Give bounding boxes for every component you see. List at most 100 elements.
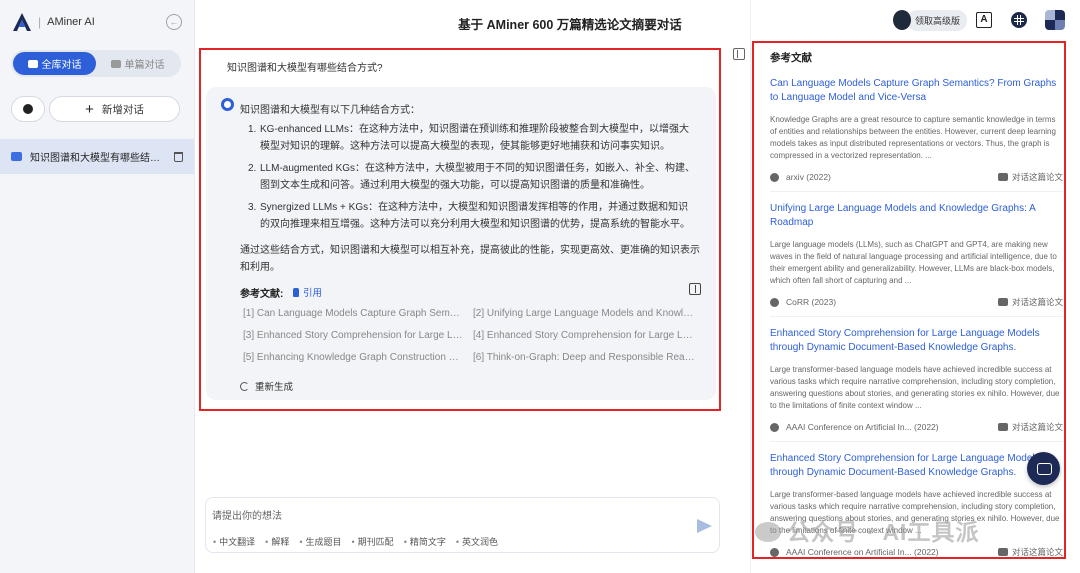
globe-icon — [770, 422, 779, 432]
watermark-text: 公众号 · AI工具派 — [787, 519, 980, 545]
quick-action-explain[interactable]: 解释 — [265, 535, 289, 548]
quick-action-journal[interactable]: 期刊匹配 — [352, 535, 394, 548]
chat-bubble-icon — [997, 423, 1008, 431]
answer-point-number: 2. — [248, 163, 257, 174]
chat-with-paper-button[interactable]: 对话这篇论文 — [997, 296, 1063, 308]
history-item-title: 知识图谱和大模型有哪些结合方式？ — [30, 153, 168, 164]
expand-references-icon[interactable] — [689, 283, 701, 295]
paper-abstract: Large transformer-based language models … — [770, 365, 1060, 410]
globe-icon — [770, 297, 779, 307]
paper-source: AAAI Conference on Artificial In... (202… — [786, 547, 939, 557]
quick-action-translate[interactable]: 中文翻译 — [213, 535, 255, 548]
paper-title[interactable]: Unifying Large Language Models and Knowl… — [770, 202, 1063, 230]
mode-single-paper-button[interactable]: 单篇对话 — [96, 52, 179, 75]
paper-source: arxiv (2022) — [786, 172, 831, 182]
paper-title[interactable]: Can Language Models Capture Graph Semant… — [770, 77, 1063, 105]
answer-point-text: LLM-augmented KGs：在这种方法中，大模型被用于不同的知识图谱任务… — [260, 163, 696, 191]
globe-icon — [770, 172, 779, 182]
paper-card: Can Language Models Capture Graph Semant… — [770, 77, 1063, 183]
mascot-icon — [893, 10, 911, 30]
paper-divider — [770, 316, 1063, 317]
refresh-icon — [240, 381, 249, 391]
upgrade-label: 领取高级版 — [907, 9, 968, 31]
paper-source: CoRR (2023) — [786, 297, 837, 307]
reference-link-5[interactable]: [5] Enhancing Knowledge Graph Constructi… — [243, 352, 465, 363]
answer-point-text: Synergized LLMs + KGs：在这种方法中，大模型和知识图谱发挥相… — [260, 202, 690, 230]
answer-point-number: 1. — [248, 124, 257, 135]
plus-icon: + — [85, 100, 94, 118]
new-chat-button[interactable]: + 新增对话 — [49, 96, 180, 122]
reference-link-6[interactable]: [6] Think-on-Graph: Deep and Responsible… — [473, 352, 695, 363]
chat-with-paper-label: 对话这篇论文 — [1011, 422, 1063, 432]
new-chat-label: 新增对话 — [101, 103, 144, 116]
mode-switch: 全库对话 单篇对话 — [11, 50, 181, 77]
paper-meta: CoRR (2023) 对话这篇论文 — [770, 296, 1063, 308]
search-icon — [23, 104, 33, 114]
quick-action-condense[interactable]: 精简文字 — [404, 535, 446, 548]
cite-label: 引用 — [303, 288, 323, 299]
trash-icon[interactable] — [174, 151, 183, 162]
assistant-avatar-icon — [221, 98, 234, 111]
quick-action-polish[interactable]: 英文润色 — [456, 535, 498, 548]
chat-bubble-icon — [997, 548, 1008, 556]
app-name: AMiner AI — [47, 16, 95, 28]
paper-card: Enhanced Story Comprehension for Large L… — [770, 327, 1063, 433]
reference-link-2[interactable]: [2] Unifying Large Language Models and K… — [473, 308, 695, 319]
reference-panel-title: 参考文献 — [770, 52, 812, 64]
floating-chat-icon[interactable] — [1027, 452, 1060, 485]
document-icon — [110, 59, 121, 68]
answer-point: 3. Synergized LLMs + KGs：在这种方法中，大模型和知识图谱… — [248, 200, 698, 233]
toggle-reference-panel-icon[interactable] — [733, 48, 745, 60]
library-icon — [27, 59, 38, 68]
quick-action-title[interactable]: 生成题目 — [299, 535, 342, 548]
watermark: 公众号 · AI工具派 — [755, 513, 979, 547]
answer-point: 1. KG-enhanced LLMs：在这种方法中，知识图谱在预训练和推理阶段… — [248, 122, 698, 155]
upgrade-button[interactable]: 领取高级版 — [893, 9, 968, 31]
globe-icon — [770, 547, 779, 557]
reference-link-1[interactable]: [1] Can Language Models Capture Graph Se… — [243, 308, 465, 319]
chat-with-paper-button[interactable]: 对话这篇论文 — [997, 421, 1063, 433]
collapse-sidebar-icon[interactable]: ← — [166, 14, 182, 30]
mode-label: 单篇对话 — [124, 60, 165, 71]
aminer-logo-icon — [13, 13, 31, 31]
chat-with-paper-button[interactable]: 对话这篇论文 — [997, 546, 1063, 558]
chat-input[interactable] — [212, 508, 682, 524]
paper-source: AAAI Conference on Artificial In... (202… — [786, 422, 939, 432]
reference-link-3[interactable]: [3] Enhanced Story Comprehension for Lar… — [243, 330, 465, 341]
user-question: 知识图谱和大模型有哪些结合方式? — [227, 63, 383, 74]
language-globe-icon[interactable] — [1011, 12, 1027, 28]
mode-label: 全库对话 — [41, 60, 82, 71]
answer-point-number: 3. — [248, 202, 257, 213]
paper-title[interactable]: Enhanced Story Comprehension for Large L… — [770, 452, 1063, 480]
answer-intro: 知识图谱和大模型有以下几种结合方式： — [240, 105, 420, 116]
search-history-button[interactable] — [11, 96, 45, 122]
history-item[interactable]: 知识图谱和大模型有哪些结合方式？ — [0, 139, 194, 174]
paper-abstract: Large language models (LLMs), such as Ch… — [770, 240, 1057, 285]
chat-bubble-icon — [997, 173, 1008, 181]
paper-meta: AAAI Conference on Artificial In... (202… — [770, 546, 1063, 558]
app-logo[interactable]: | AMiner AI — [12, 12, 95, 32]
panel-divider — [750, 0, 751, 573]
paper-title[interactable]: Enhanced Story Comprehension for Large L… — [770, 327, 1063, 355]
chat-bubble-icon — [11, 152, 22, 161]
quick-actions: 中文翻译 解释 生成题目 期刊匹配 精简文字 英文润色 — [213, 535, 508, 548]
answer-list: 1. KG-enhanced LLMs：在这种方法中，知识图谱在预训练和推理阶段… — [248, 122, 698, 239]
sidebar: | AMiner AI ← 全库对话 单篇对话 + 新增对话 知识图谱和大模型有… — [0, 0, 195, 573]
user-avatar[interactable] — [1045, 10, 1065, 30]
send-icon[interactable] — [697, 519, 712, 533]
answer-point-text: KG-enhanced LLMs：在这种方法中，知识图谱在预训练和推理阶段被整合… — [260, 124, 689, 152]
font-size-icon[interactable]: A — [976, 12, 992, 28]
chat-with-paper-button[interactable]: 对话这篇论文 — [997, 171, 1063, 183]
paper-card: Unifying Large Language Models and Knowl… — [770, 202, 1063, 308]
chat-with-paper-label: 对话这篇论文 — [1011, 172, 1063, 182]
cite-button[interactable]: 引用 — [293, 285, 322, 299]
answer-summary: 通过这些结合方式，知识图谱和大模型可以相互补充，提高彼此的性能，实现更高效、更准… — [240, 245, 700, 273]
cite-icon — [293, 287, 299, 297]
regenerate-button[interactable]: 重新生成 — [240, 379, 293, 393]
mode-full-library-button[interactable]: 全库对话 — [13, 52, 96, 75]
page-title: 基于 AMiner 600 万篇精选论文摘要对话 — [458, 18, 682, 32]
reference-link-4[interactable]: [4] Enhanced Story Comprehension for Lar… — [473, 330, 695, 341]
references-label: 参考文献: — [240, 289, 284, 300]
answer-point: 2. LLM-augmented KGs：在这种方法中，大模型被用于不同的知识图… — [248, 161, 698, 194]
paper-divider — [770, 191, 1063, 192]
